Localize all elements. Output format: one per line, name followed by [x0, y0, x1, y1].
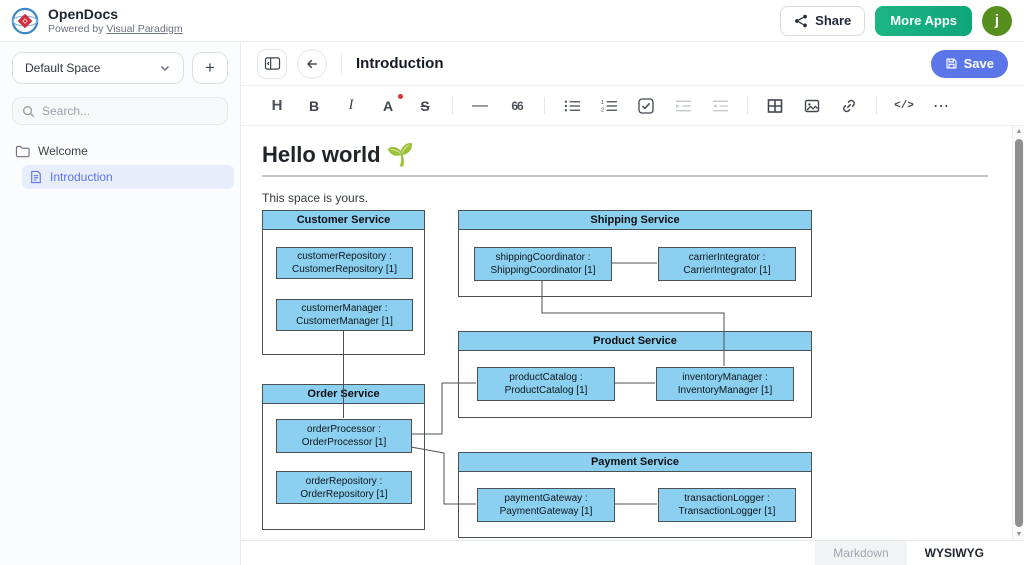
svg-text:1: 1	[601, 100, 604, 106]
part-customer-repository: customerRepository : CustomerRepository …	[276, 247, 413, 279]
search-input[interactable]	[42, 104, 218, 118]
share-icon	[794, 14, 808, 28]
tree-item-welcome[interactable]: Welcome	[0, 140, 240, 162]
user-avatar[interactable]: j	[982, 6, 1012, 36]
search-box[interactable]	[12, 97, 228, 125]
part-product-catalog: productCatalog : ProductCatalog [1]	[477, 367, 615, 401]
part-shipping-coordinator: shippingCoordinator : ShippingCoordinato…	[474, 247, 612, 281]
wysiwyg-mode-button[interactable]: WYSIWYG	[907, 541, 1002, 565]
toolbar-divider	[544, 97, 545, 115]
markdown-mode-button[interactable]: Markdown	[815, 541, 906, 565]
toolbar-divider	[876, 97, 877, 115]
space-selector[interactable]: Default Space	[12, 52, 184, 84]
powered-by: Powered by Visual Paradigm	[48, 23, 183, 35]
editor-area: Introduction Save H B I A S —	[241, 42, 1024, 565]
editor-mode-bar: Markdown WYSIWYG	[241, 540, 1024, 565]
sidebar: Default Space +	[0, 42, 241, 565]
part-inventory-manager: inventoryManager : InventoryManager [1]	[656, 367, 794, 401]
link-button[interactable]	[839, 95, 859, 117]
heading-rule	[262, 175, 988, 177]
chevron-down-icon	[159, 62, 171, 74]
toolbar-divider	[747, 97, 748, 115]
task-list-button[interactable]	[636, 95, 656, 117]
service-box-order: Order Service orderProcessor : OrderProc…	[262, 384, 425, 530]
part-transaction-logger: transactionLogger : TransactionLogger [1…	[658, 488, 796, 522]
part-order-processor: orderProcessor : OrderProcessor [1]	[276, 419, 412, 453]
service-title: Customer Service	[263, 211, 424, 230]
formatting-toolbar: H B I A S — 66 12	[241, 86, 1024, 126]
document-canvas[interactable]: Hello world 🌱 This space is yours. Custo…	[241, 126, 1024, 540]
intro-paragraph: This space is yours.	[262, 191, 988, 205]
panel-left-icon	[264, 56, 281, 71]
part-carrier-integrator: carrierIntegrator : CarrierIntegrator [1…	[658, 247, 796, 281]
top-actions: Share More Apps j	[780, 6, 1012, 36]
code-button[interactable]: </>	[894, 95, 914, 117]
part-customer-manager: customerManager : CustomerManager [1]	[276, 299, 413, 331]
outdent-button[interactable]	[710, 95, 730, 117]
folder-icon	[15, 145, 30, 158]
tree-item-introduction[interactable]: Introduction	[22, 165, 234, 189]
scrollbar-down-arrow[interactable]: ▼	[1013, 531, 1024, 538]
bullet-list-button[interactable]	[562, 95, 582, 117]
color-dot-icon	[398, 94, 403, 99]
part-payment-gateway: paymentGateway : PaymentGateway [1]	[477, 488, 615, 522]
service-box-product: Product Service productCatalog : Product…	[458, 331, 812, 418]
toolbar-divider	[452, 97, 453, 115]
brand: OpenDocs Powered by Visual Paradigm	[10, 6, 183, 36]
add-space-button[interactable]: +	[192, 52, 228, 84]
save-icon	[945, 57, 958, 70]
strikethrough-button[interactable]: S	[415, 95, 435, 117]
vertical-scrollbar[interactable]: ▲ ▼	[1012, 126, 1024, 540]
share-button[interactable]: Share	[780, 6, 865, 36]
titlebar-divider	[341, 53, 342, 75]
visual-paradigm-link[interactable]: Visual Paradigm	[106, 23, 182, 35]
image-button[interactable]	[802, 95, 822, 117]
service-title: Shipping Service	[459, 211, 811, 230]
toggle-sidebar-button[interactable]	[257, 49, 287, 79]
quote-button[interactable]: 66	[507, 95, 527, 117]
app-title: OpenDocs	[48, 6, 183, 22]
top-header: OpenDocs Powered by Visual Paradigm Shar…	[0, 0, 1024, 42]
visual-paradigm-logo-icon	[10, 6, 40, 36]
table-button[interactable]	[765, 95, 785, 117]
save-button[interactable]: Save	[931, 50, 1008, 78]
heading-button[interactable]: H	[267, 95, 287, 117]
indent-button[interactable]	[673, 95, 693, 117]
document-heading: Hello world 🌱	[262, 142, 988, 168]
horizontal-rule-button[interactable]: —	[470, 95, 490, 117]
back-button[interactable]	[297, 49, 327, 79]
search-icon	[22, 105, 35, 118]
editor-titlebar: Introduction Save	[241, 42, 1024, 86]
service-title: Product Service	[459, 332, 811, 351]
service-box-customer: Customer Service customerRepository : Cu…	[262, 210, 425, 355]
text-color-button[interactable]: A	[378, 95, 398, 117]
component-diagram: Customer Service customerRepository : Cu…	[262, 210, 822, 540]
service-title: Payment Service	[459, 453, 811, 472]
more-apps-button[interactable]: More Apps	[875, 6, 972, 36]
brand-text: OpenDocs Powered by Visual Paradigm	[48, 6, 183, 34]
service-box-shipping: Shipping Service shippingCoordinator : S…	[458, 210, 812, 297]
page-title: Introduction	[356, 55, 443, 72]
service-title: Order Service	[263, 385, 424, 404]
arrow-left-icon	[305, 57, 320, 71]
svg-text:2: 2	[601, 107, 604, 112]
app-window: OpenDocs Powered by Visual Paradigm Shar…	[0, 0, 1024, 565]
italic-button[interactable]: I	[341, 95, 361, 117]
more-tools-button[interactable]: ⋯	[931, 95, 951, 117]
bold-button[interactable]: B	[304, 95, 324, 117]
scrollbar-thumb[interactable]	[1015, 139, 1023, 527]
ordered-list-button[interactable]: 12	[599, 95, 619, 117]
scrollbar-up-arrow[interactable]: ▲	[1013, 128, 1024, 135]
service-box-payment: Payment Service paymentGateway : Payment…	[458, 452, 812, 538]
document-icon	[30, 170, 42, 184]
part-order-repository: orderRepository : OrderRepository [1]	[276, 471, 412, 504]
page-tree: Welcome Introduction	[0, 140, 240, 189]
